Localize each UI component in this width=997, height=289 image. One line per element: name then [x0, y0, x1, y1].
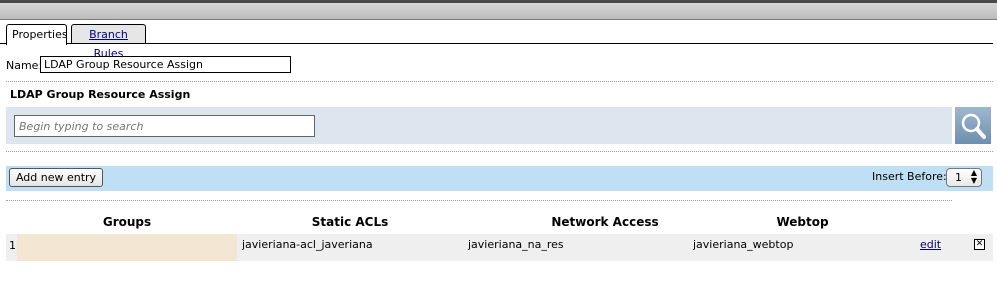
action-band	[6, 166, 993, 191]
window-title-bar	[0, 0, 997, 20]
tab-divider	[0, 43, 993, 44]
name-input[interactable]	[40, 56, 291, 73]
stepper-arrows-icon: ▲ ▼	[970, 168, 977, 185]
static-acls-cell: javieriana-acl_javeriana	[242, 238, 373, 251]
column-header-groups: Groups	[102, 215, 152, 229]
edit-link[interactable]: edit	[920, 238, 941, 251]
magnifier-icon	[961, 113, 986, 139]
divider	[6, 151, 993, 152]
tab-strip: Properties Branch Rules	[0, 24, 997, 60]
name-label: Name:	[6, 59, 43, 72]
tab-properties[interactable]: Properties	[6, 24, 68, 45]
network-access-cell: javieriana_na_res	[468, 238, 564, 251]
column-header-webtop: Webtop	[776, 215, 829, 229]
delete-row-icon[interactable]: ✕	[974, 239, 985, 250]
row-index: 1	[9, 239, 16, 252]
add-new-entry-button[interactable]: Add new entry	[9, 168, 103, 187]
divider	[6, 81, 993, 82]
column-header-static-acls: Static ACLs	[311, 215, 389, 229]
divider	[6, 200, 952, 201]
tab-branch-rules[interactable]: Branch Rules	[71, 24, 146, 60]
section-title: LDAP Group Resource Assign	[10, 88, 191, 101]
search-input[interactable]	[14, 115, 315, 137]
search-button[interactable]	[955, 107, 991, 144]
groups-cell[interactable]	[17, 234, 237, 261]
insert-before-label: Insert Before:	[872, 170, 947, 183]
webtop-cell: javieriana_webtop	[693, 238, 794, 251]
insert-before-select[interactable]: 1 ▲ ▼	[946, 168, 982, 187]
insert-before-value: 1	[955, 171, 962, 184]
